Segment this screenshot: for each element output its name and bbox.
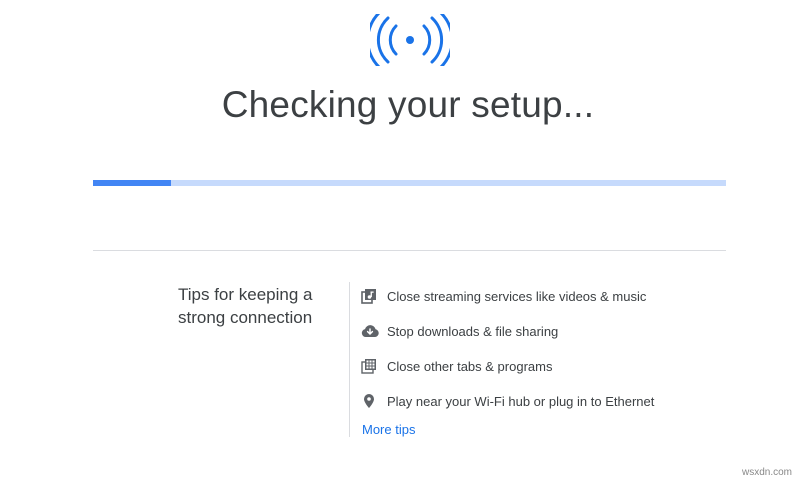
tip-item-downloads: Stop downloads & file sharing: [361, 314, 654, 349]
tips-list: Close streaming services like videos & m…: [361, 279, 654, 419]
location-pin-icon: [361, 393, 379, 411]
tabs-grid-icon: [361, 358, 379, 376]
tip-label: Play near your Wi-Fi hub or plug in to E…: [387, 394, 655, 409]
divider: [93, 250, 726, 251]
tip-label: Close streaming services like videos & m…: [387, 289, 647, 304]
progress-bar: [93, 180, 726, 186]
more-tips-link[interactable]: More tips: [362, 422, 415, 437]
tips-heading: Tips for keeping a strong connection: [178, 285, 313, 327]
tip-label: Close other tabs & programs: [387, 359, 553, 374]
page-title: Checking your setup...: [221, 84, 595, 125]
tip-label: Stop downloads & file sharing: [387, 324, 559, 339]
watermark: wsxdn.com: [741, 467, 792, 478]
tip-item-streaming: Close streaming services like videos & m…: [361, 279, 654, 314]
tips-divider: [349, 282, 350, 437]
wifi-broadcast-icon: [366, 10, 454, 70]
tip-item-tabs: Close other tabs & programs: [361, 349, 654, 384]
progress-fill: [93, 180, 171, 186]
tip-item-location: Play near your Wi-Fi hub or plug in to E…: [361, 384, 654, 419]
music-library-icon: [361, 288, 379, 306]
cloud-download-icon: [361, 323, 379, 341]
